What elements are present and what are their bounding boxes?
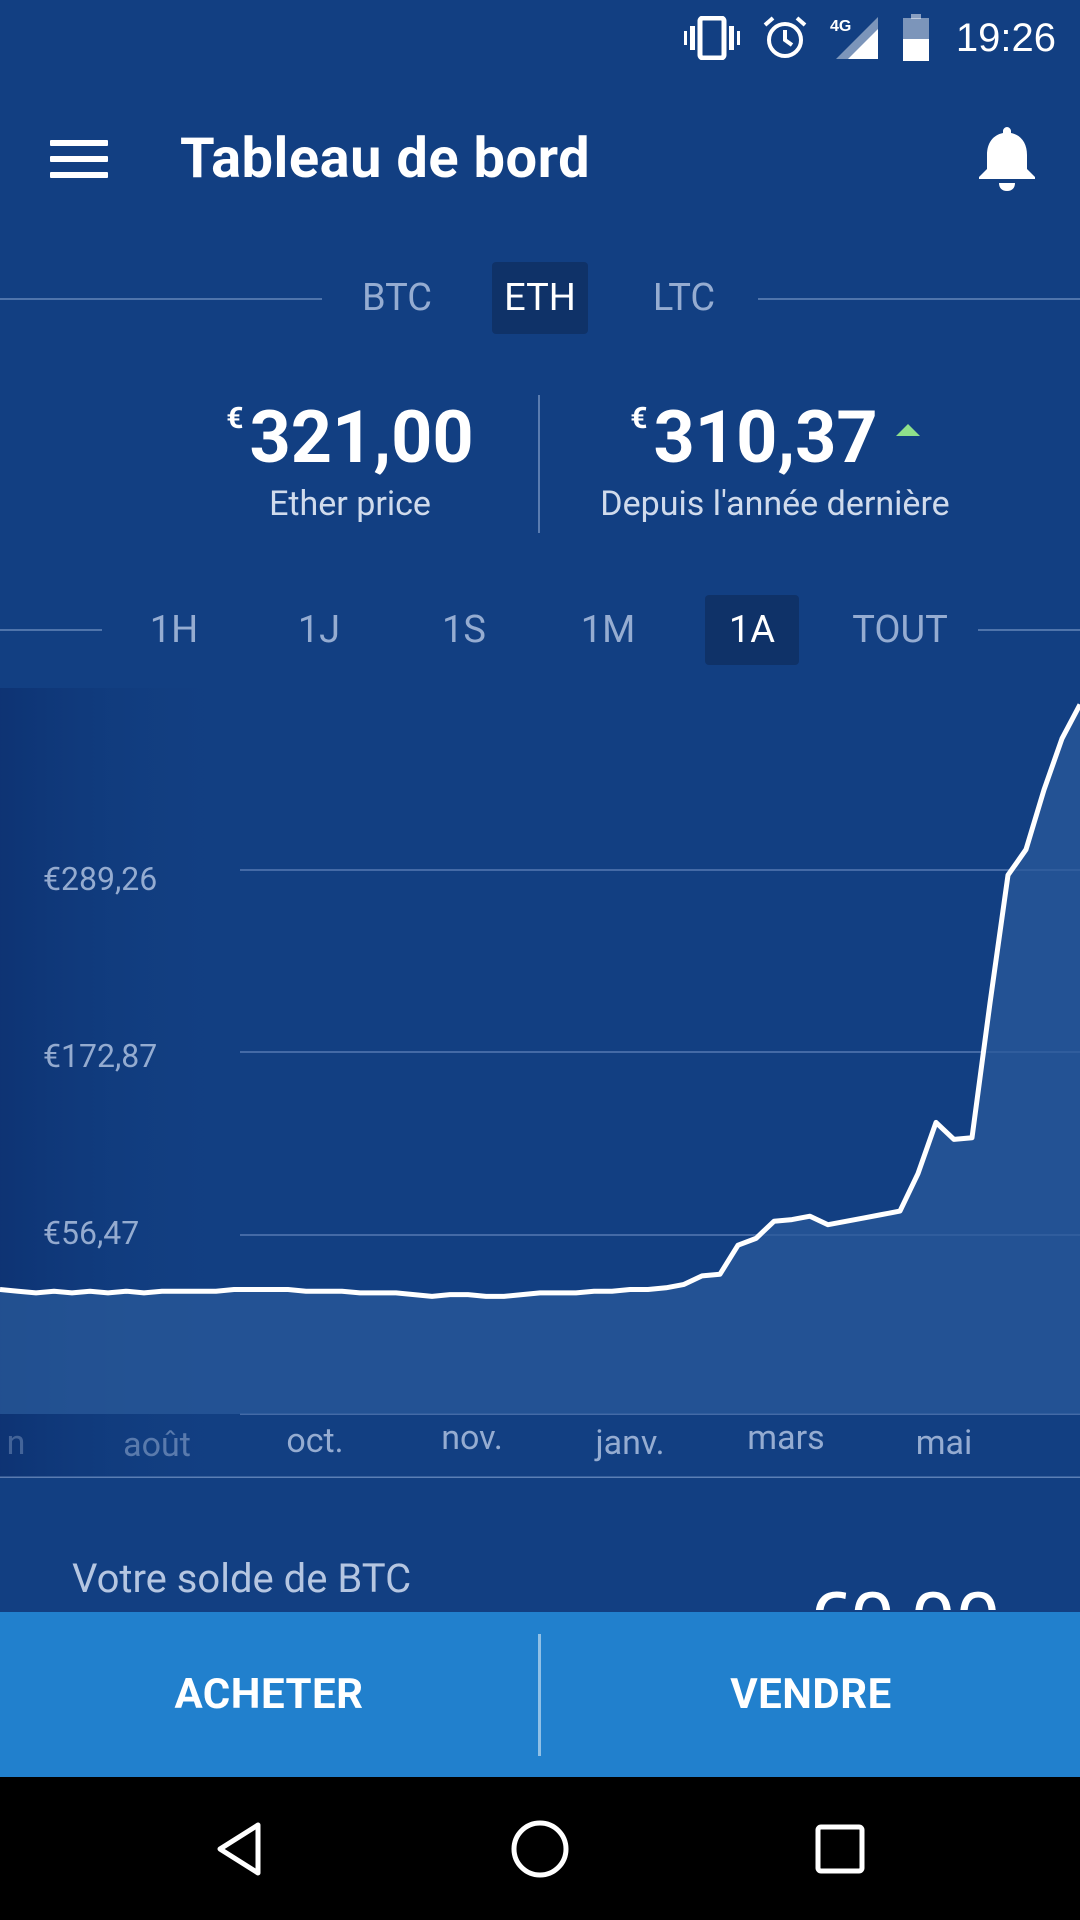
x-tick-label: n — [6, 1423, 26, 1463]
recents-square-icon[interactable] — [770, 1777, 910, 1920]
price-divider — [538, 395, 540, 533]
x-tick-label: août — [123, 1425, 191, 1465]
signal-icon: 4G — [830, 15, 880, 61]
period-divider-right — [978, 629, 1080, 631]
currency-symbol: € — [630, 401, 648, 436]
tab-eth[interactable]: ETH — [492, 262, 588, 334]
price-change-number: 310,37 — [653, 395, 878, 480]
tabs-divider-right — [758, 298, 1080, 300]
bell-icon[interactable] — [975, 123, 1039, 193]
trend-up-icon — [895, 424, 920, 436]
currency-tabs: BTC ETH LTC — [0, 262, 1080, 342]
current-price-number: 321,00 — [249, 395, 474, 480]
price-change-value: €310,37 — [580, 395, 970, 480]
tab-1m[interactable]: 1M — [552, 595, 664, 665]
y-tick-label: €289,26 — [43, 860, 158, 898]
x-tick-label: oct. — [286, 1421, 344, 1461]
price-change: €310,37 Depuis l'année dernière — [580, 395, 970, 524]
tabs-divider-left — [0, 298, 322, 300]
price-chart[interactable]: €289,26 €172,87 €56,47 n août oct. nov. … — [0, 688, 1080, 1478]
current-price-value: €321,00 — [170, 395, 530, 480]
home-circle-icon[interactable] — [470, 1777, 610, 1920]
tab-1s[interactable]: 1S — [408, 595, 520, 665]
hamburger-menu-icon[interactable] — [50, 130, 114, 186]
page-title: Tableau de bord — [180, 125, 591, 191]
balance-value: €0,00 — [805, 1575, 1001, 1610]
battery-icon — [902, 14, 930, 62]
action-bar: ACHETER VENDRE — [0, 1612, 1080, 1777]
price-change-caption: Depuis l'année dernière — [600, 484, 950, 524]
tab-1j[interactable]: 1J — [263, 595, 375, 665]
network-type: 4G — [830, 18, 851, 35]
sell-button[interactable]: VENDRE — [542, 1612, 1080, 1777]
balance-label: Votre solde de BTC — [72, 1555, 412, 1602]
currency-symbol: € — [226, 401, 244, 436]
tab-1a[interactable]: 1A — [705, 595, 799, 665]
clock: 19:26 — [955, 15, 1056, 60]
app-bar: Tableau de bord — [0, 95, 1080, 225]
current-price: €321,00 Ether price — [170, 395, 530, 524]
period-divider-left — [0, 629, 102, 631]
tab-1h[interactable]: 1H — [118, 595, 230, 665]
current-price-caption: Ether price — [269, 484, 431, 524]
price-summary: €321,00 Ether price €310,37 Depuis l'ann… — [0, 395, 1080, 565]
vibrate-icon — [683, 16, 740, 60]
x-tick-label: janv. — [595, 1423, 665, 1463]
x-tick-label: mars — [747, 1418, 825, 1458]
status-bar: 4G 19:26 — [0, 0, 1080, 75]
period-tabs: 1H 1J 1S 1M 1A TOUT — [0, 595, 1080, 671]
dashboard-screen: 4G 19:26 Tableau de bord BTC ETH LTC €32… — [0, 0, 1080, 1920]
alarm-icon — [762, 15, 808, 61]
x-tick-label: nov. — [441, 1418, 503, 1458]
tab-btc[interactable]: BTC — [343, 262, 451, 334]
status-icons: 4G 19:26 — [683, 10, 1056, 66]
action-divider — [538, 1634, 541, 1756]
navigation-bar — [0, 1777, 1080, 1920]
y-tick-label: €56,47 — [43, 1214, 140, 1252]
buy-button[interactable]: ACHETER — [0, 1612, 538, 1777]
balance-row: Votre solde de BTC €0,00 — [0, 1480, 1080, 1610]
y-tick-label: €172,87 — [43, 1037, 158, 1075]
tab-ltc[interactable]: LTC — [628, 262, 740, 334]
tab-tout[interactable]: TOUT — [830, 595, 970, 665]
x-tick-label: mai — [915, 1423, 973, 1463]
price-chart-svg — [0, 688, 1080, 1478]
back-triangle-icon[interactable] — [170, 1777, 310, 1920]
